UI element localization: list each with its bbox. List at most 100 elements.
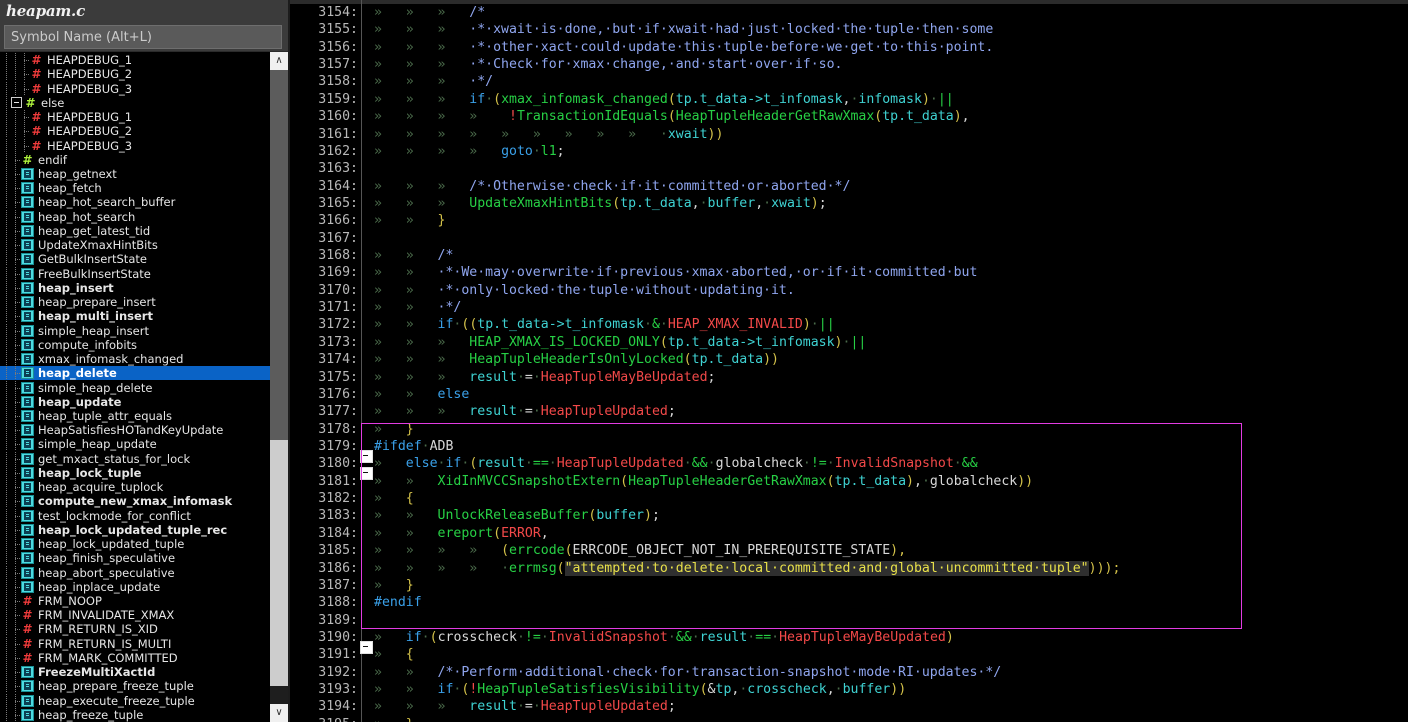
sidebar-item-xmax-infomask-changed[interactable]: xmax_infomask_changed bbox=[0, 352, 272, 367]
sidebar-item-heap-tuple-attr-equals[interactable]: heap_tuple_attr_equals bbox=[0, 408, 272, 423]
sidebar-item-frm-mark-committed[interactable]: # FRM_MARK_COMMITTED bbox=[0, 650, 272, 665]
code-text: » » if·(!HeapTupleSatisfiesVisibility(&t… bbox=[374, 682, 907, 698]
sidebar-item-heap-get-latest-tid[interactable]: heap_get_latest_tid bbox=[0, 223, 272, 238]
sidebar-item-heapdebug-2[interactable]: # HEAPDEBUG_2 bbox=[0, 124, 272, 139]
sidebar-item-heap-abort-speculative[interactable]: heap_abort_speculative bbox=[0, 565, 272, 580]
sidebar-item-frm-noop[interactable]: # FRM_NOOP bbox=[0, 594, 272, 609]
code-line[interactable]: 3172: » » if·((tp.t_data->t_infomask·&·HE… bbox=[290, 316, 1408, 333]
sidebar-item-heap-lock-updated-tuple[interactable]: heap_lock_updated_tuple bbox=[0, 537, 272, 552]
sidebar-item-heap-freeze-tuple[interactable]: heap_freeze_tuple bbox=[0, 707, 272, 722]
sidebar-item-simple-heap-update[interactable]: simple_heap_update bbox=[0, 437, 272, 452]
sidebar-item-heapsatisfieshotandkeyupdate[interactable]: HeapSatisfiesHOTandKeyUpdate bbox=[0, 423, 272, 438]
sidebar-item-heapdebug-1[interactable]: # HEAPDEBUG_1 bbox=[0, 53, 272, 68]
code-line[interactable]: 3168: » » /* bbox=[290, 247, 1408, 264]
code-line[interactable]: 3161: » » » » » » » » » ·xwait)) bbox=[290, 126, 1408, 143]
code-line[interactable]: 3194: » » » result·=·HeapTupleUpdated; bbox=[290, 698, 1408, 715]
code-line[interactable]: 3167: bbox=[290, 230, 1408, 247]
code-line[interactable]: 3157: » » » ·*·Check·for·xmax·change,·and… bbox=[290, 56, 1408, 73]
code-line[interactable]: 3174: » » » HeapTupleHeaderIsOnlyLocked(t… bbox=[290, 351, 1408, 368]
symbol-tree[interactable]: # HEAPDEBUG_1 # HEAPDEBUG_2 # HEAPDEBUG_3 # els… bbox=[0, 52, 272, 722]
sidebar-item-get-mxact-status-for-lock[interactable]: get_mxact_status_for_lock bbox=[0, 451, 272, 466]
code-line[interactable]: 3173: » » » HEAP_XMAX_IS_LOCKED_ONLY(tp.t… bbox=[290, 334, 1408, 351]
code-line[interactable]: 3170: » » ·*·only·locked·the·tuple·withou… bbox=[290, 282, 1408, 299]
code-line[interactable]: 3159: » » » if·(xmax_infomask_changed(tp.… bbox=[290, 91, 1408, 108]
code-line[interactable]: 3190: » if·(crosscheck·!=·InvalidSnapshot… bbox=[290, 629, 1408, 654]
code-line[interactable]: 3193: » » if·(!HeapTupleSatisfiesVisibili… bbox=[290, 681, 1408, 698]
sidebar-item-freebulkinsertstate[interactable]: FreeBulkInsertState bbox=[0, 266, 272, 281]
sidebar-item-frm-return-is-multi[interactable]: # FRM_RETURN_IS_MULTI bbox=[0, 636, 272, 651]
sidebar-item-heap-fetch[interactable]: heap_fetch bbox=[0, 181, 272, 196]
sidebar-item-endif[interactable]: # endif bbox=[0, 152, 272, 167]
sidebar-item-heapdebug-3[interactable]: # HEAPDEBUG_3 bbox=[0, 138, 272, 153]
sidebar-scrollbar[interactable]: ∧ ∨ bbox=[270, 52, 288, 722]
scroll-up-button[interactable]: ∧ bbox=[270, 52, 288, 70]
sidebar-item-heap-lock-updated-tuple-rec[interactable]: heap_lock_updated_tuple_rec bbox=[0, 522, 272, 537]
code-line[interactable]: 3164: » » » /*·Otherwise·check·if·it·comm… bbox=[290, 178, 1408, 195]
code-line[interactable]: 3195: » } bbox=[290, 716, 1408, 722]
scrollbar-thumb[interactable] bbox=[270, 70, 288, 440]
sidebar-item-heapdebug-1[interactable]: # HEAPDEBUG_1 bbox=[0, 110, 272, 125]
sidebar-item-heap-hot-search[interactable]: heap_hot_search bbox=[0, 209, 272, 224]
code-line[interactable]: 3183: » » UnlockReleaseBuffer(buffer); bbox=[290, 507, 1408, 524]
code-line[interactable]: 3162: » » » » goto·l1; bbox=[290, 143, 1408, 160]
sidebar-item-heap-multi-insert[interactable]: heap_multi_insert bbox=[0, 309, 272, 324]
sidebar-item-else[interactable]: # else bbox=[0, 95, 272, 110]
sidebar-item-compute-infobits[interactable]: compute_infobits bbox=[0, 337, 272, 352]
code-line[interactable]: 3191: » { bbox=[290, 646, 1408, 663]
sidebar-item-frm-return-is-xid[interactable]: # FRM_RETURN_IS_XID bbox=[0, 622, 272, 637]
code-line[interactable]: 3179: #ifdef·ADB bbox=[290, 438, 1408, 463]
code-line[interactable]: 3187: » } bbox=[290, 577, 1408, 594]
code-line[interactable]: 3189: bbox=[290, 612, 1408, 629]
code-line[interactable]: 3178: » } bbox=[290, 421, 1408, 438]
code-line[interactable]: 3163: bbox=[290, 160, 1408, 177]
code-line[interactable]: 3156: » » » ·*·other·xact·could·update·th… bbox=[290, 39, 1408, 56]
code-line[interactable]: 3182: » { bbox=[290, 490, 1408, 507]
sidebar-item-heapdebug-3[interactable]: # HEAPDEBUG_3 bbox=[0, 81, 272, 96]
code-line[interactable]: 3169: » » ·*·We·may·overwrite·if·previous… bbox=[290, 264, 1408, 281]
sidebar-item-heap-prepare-insert[interactable]: heap_prepare_insert bbox=[0, 295, 272, 310]
sidebar-item-heap-inplace-update[interactable]: heap_inplace_update bbox=[0, 579, 272, 594]
sidebar-item-heap-hot-search-buffer[interactable]: heap_hot_search_buffer bbox=[0, 195, 272, 210]
sidebar-item-frm-invalidate-xmax[interactable]: # FRM_INVALIDATE_XMAX bbox=[0, 608, 272, 623]
sidebar-item-heap-delete[interactable]: heap_delete bbox=[0, 366, 272, 381]
code-line[interactable]: 3154: » » » /* bbox=[290, 4, 1408, 21]
sidebar-item-heap-finish-speculative[interactable]: heap_finish_speculative bbox=[0, 551, 272, 566]
symbol-search-input[interactable] bbox=[4, 25, 282, 49]
code-line[interactable]: 3175: » » » result·=·HeapTupleMayBeUpdate… bbox=[290, 369, 1408, 386]
code-line[interactable]: 3184: » » ereport(ERROR, bbox=[290, 525, 1408, 542]
sidebar-item-freezemultixactid[interactable]: FreezeMultiXactId bbox=[0, 665, 272, 680]
code-line[interactable]: 3166: » » } bbox=[290, 212, 1408, 229]
code-lines[interactable]: 3154: » » » /* 3155: » » » ·*·xwait·is·done… bbox=[290, 4, 1408, 722]
sidebar-item-compute-new-xmax-infomask[interactable]: compute_new_xmax_infomask bbox=[0, 494, 272, 509]
code-line[interactable]: 3165: » » » UpdateXmaxHintBits(tp.t_data,… bbox=[290, 195, 1408, 212]
sidebar-item-heap-update[interactable]: heap_update bbox=[0, 394, 272, 409]
sidebar-item-heap-prepare-freeze-tuple[interactable]: heap_prepare_freeze_tuple bbox=[0, 679, 272, 694]
code-line[interactable]: 3180: » else·if·(result·==·HeapTupleUpdat… bbox=[290, 455, 1408, 481]
code-line[interactable]: 3181: » » XidInMVCCSnapshotExtern(HeapTup… bbox=[290, 473, 1408, 490]
sidebar-item-heap-insert[interactable]: heap_insert bbox=[0, 280, 272, 295]
code-line[interactable]: 3158: » » » ·*/ bbox=[290, 73, 1408, 90]
code-line[interactable]: 3160: » » » » !TransactionIdEquals(HeapTu… bbox=[290, 108, 1408, 125]
tree-collapse-icon[interactable] bbox=[11, 97, 22, 109]
sidebar-item-simple-heap-delete[interactable]: simple_heap_delete bbox=[0, 380, 272, 395]
code-line[interactable]: 3188: #endif bbox=[290, 594, 1408, 611]
sidebar-item-label: simple_heap_update bbox=[38, 437, 157, 452]
sidebar-item-heapdebug-2[interactable]: # HEAPDEBUG_2 bbox=[0, 67, 272, 82]
code-line[interactable]: 3186: » » » » ·errmsg("attempted·to·delet… bbox=[290, 560, 1408, 577]
code-line[interactable]: 3155: » » » ·*·xwait·is·done,·but·if·xwai… bbox=[290, 21, 1408, 38]
scroll-down-button[interactable]: ∨ bbox=[270, 704, 288, 722]
code-editor[interactable]: 3154: » » » /* 3155: » » » ·*·xwait·is·done… bbox=[290, 0, 1408, 722]
sidebar-item-heap-execute-freeze-tuple[interactable]: heap_execute_freeze_tuple bbox=[0, 693, 272, 708]
code-line[interactable]: 3192: » » /*·Perform·additional·check·for… bbox=[290, 664, 1408, 681]
sidebar-item-getbulkinsertstate[interactable]: GetBulkInsertState bbox=[0, 252, 272, 267]
sidebar-item-simple-heap-insert[interactable]: simple_heap_insert bbox=[0, 323, 272, 338]
sidebar-item-heap-lock-tuple[interactable]: heap_lock_tuple bbox=[0, 465, 272, 480]
sidebar-item-test-lockmode-for-conflict[interactable]: test_lockmode_for_conflict bbox=[0, 508, 272, 523]
code-line[interactable]: 3171: » » ·*/ bbox=[290, 299, 1408, 316]
sidebar-item-updatexmaxhintbits[interactable]: UpdateXmaxHintBits bbox=[0, 238, 272, 253]
code-line[interactable]: 3176: » » else bbox=[290, 386, 1408, 403]
sidebar-item-heap-getnext[interactable]: heap_getnext bbox=[0, 166, 272, 181]
code-line[interactable]: 3177: » » » result·=·HeapTupleUpdated; bbox=[290, 403, 1408, 420]
code-line[interactable]: 3185: » » » » (errcode(ERRCODE_OBJECT_NOT… bbox=[290, 542, 1408, 559]
sidebar-item-heap-acquire-tuplock[interactable]: heap_acquire_tuplock bbox=[0, 480, 272, 495]
